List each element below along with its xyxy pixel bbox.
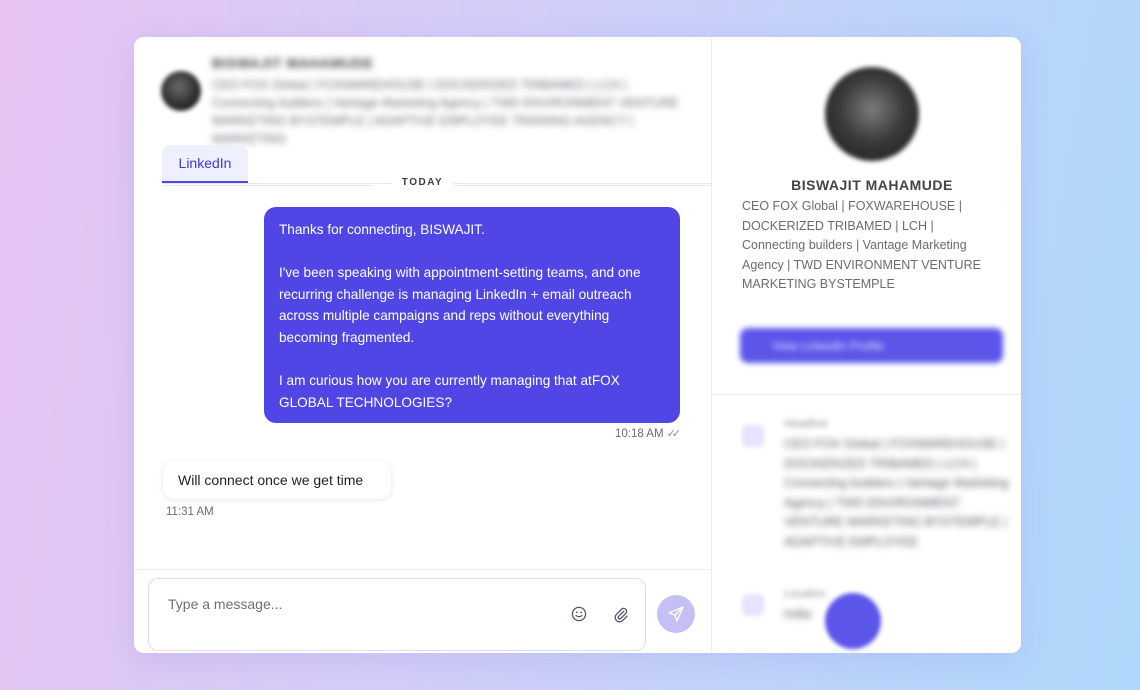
contact-name: BISWAJIT MAHAMUDE [212,55,374,71]
incoming-message-bubble: Will connect once we get time [163,461,391,499]
outgoing-message-paragraph: Thanks for connecting, BISWAJIT. [279,222,485,237]
date-separator-label: TODAY [391,177,454,188]
outgoing-message-bubble: Thanks for connecting, BISWAJIT. I've be… [264,207,680,423]
profile-pane: BISWAJIT MAHAMUDE CEO FOX Global | FOXWA… [712,37,1021,653]
headline-field-icon [742,425,764,447]
paperclip-icon[interactable] [612,606,629,623]
message-composer[interactable]: Type a message... [148,578,646,651]
location-field-icon [742,594,764,616]
send-button[interactable] [657,595,695,633]
contact-headline: CEO FOX Global | FOXWAREHOUSE | DOCKERIZ… [212,78,679,146]
message-input[interactable]: Type a message... [168,596,282,612]
incoming-message-time: 11:31 AM [166,506,214,518]
outgoing-message-paragraph: I am curious how you are currently manag… [279,373,620,410]
profile-name: BISWAJIT MAHAMUDE [791,177,953,193]
profile-divider [712,394,1021,395]
headline-field-value: CEO FOX Global | FOXWAREHOUSE | DOCKERIZ… [784,437,1009,549]
headline-field-label: Headline [784,418,828,430]
app-window: BISWAJIT MAHAMUDE CEO FOX Global | FOXWA… [134,37,1021,653]
outgoing-message-paragraph: I've been speaking with appointment-sett… [279,265,641,345]
profile-avatar [825,67,919,161]
date-separator: TODAY [134,177,711,189]
chat-pane: BISWAJIT MAHAMUDE CEO FOX Global | FOXWA… [134,37,711,653]
location-field-value: India [784,607,812,621]
outgoing-time-label: 10:18 AM [614,428,664,440]
double-check-icon: ✓✓ [666,428,682,440]
view-profile-button-label: View LinkedIn Profile [772,339,884,353]
profile-bio: CEO FOX Global | FOXWAREHOUSE | DOCKERIZ… [742,199,981,291]
composer-divider [134,569,711,570]
send-icon [668,606,684,622]
emoji-icon[interactable] [571,606,587,622]
outgoing-message-time: 10:18 AM ✓✓ [614,427,682,440]
floating-action-button[interactable] [825,593,881,649]
location-field-label: Location [784,588,826,600]
contact-avatar[interactable] [161,71,201,111]
